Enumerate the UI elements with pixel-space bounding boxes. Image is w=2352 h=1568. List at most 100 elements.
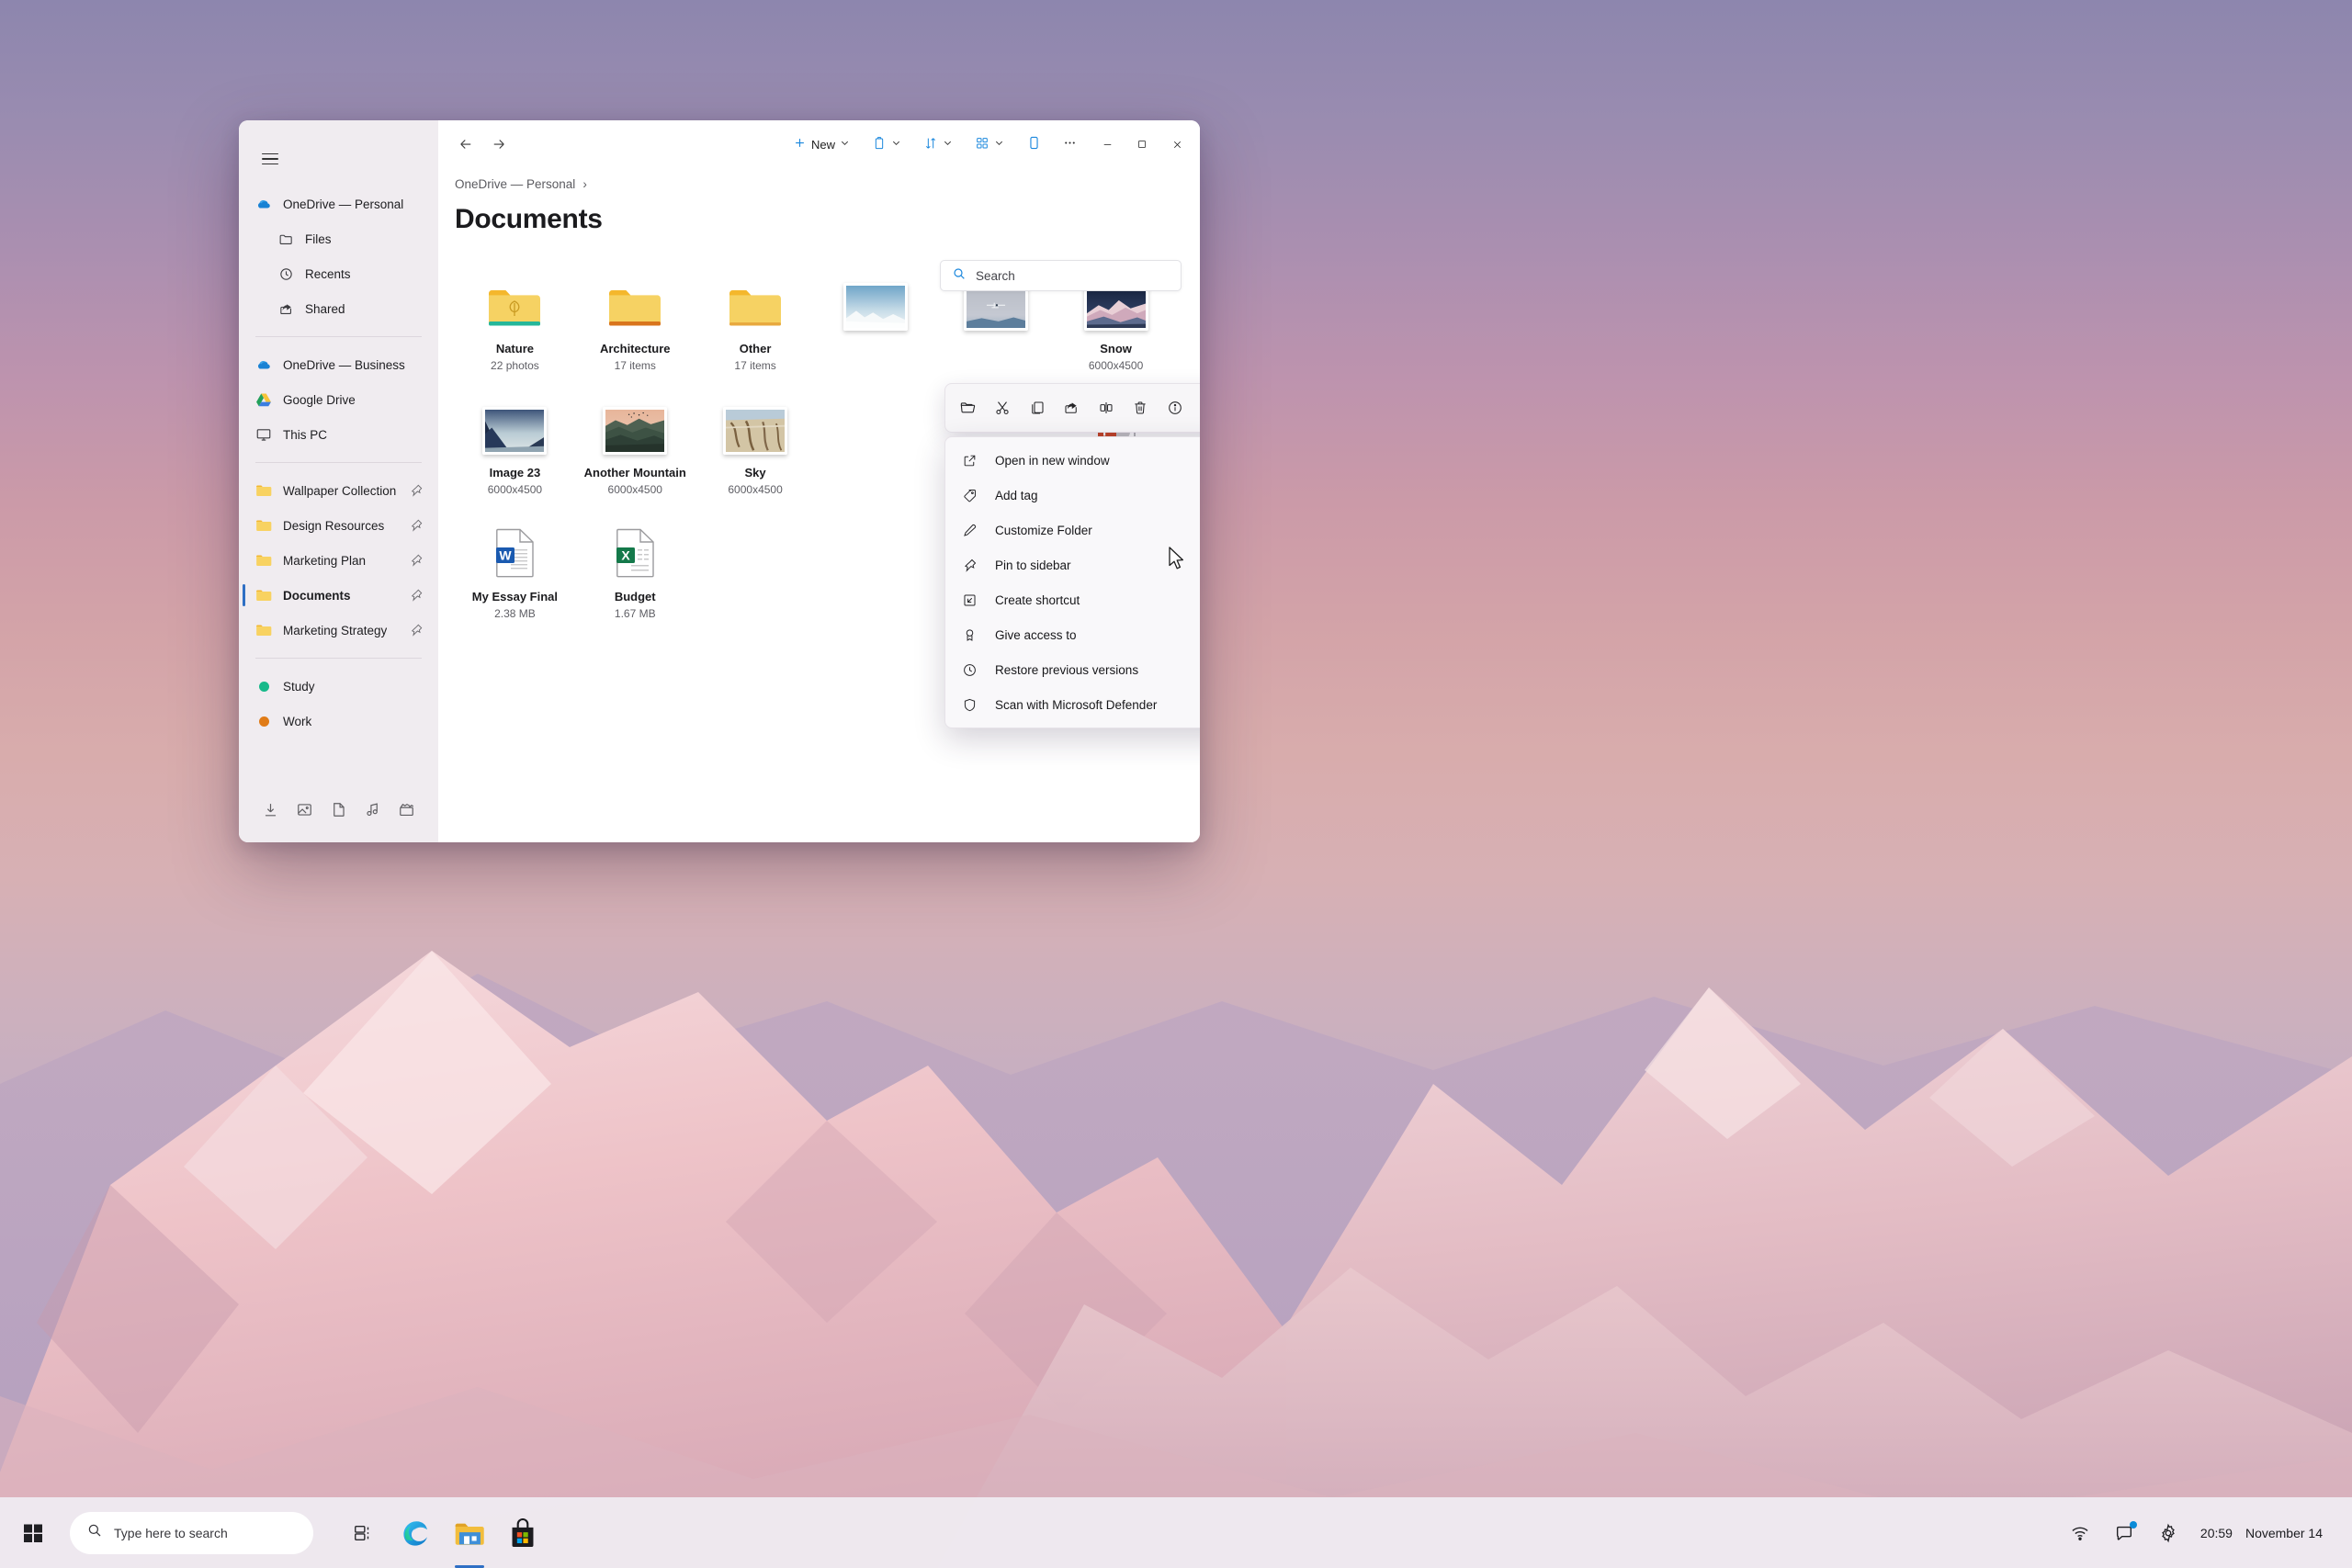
maximize-button[interactable] [1125,127,1159,162]
sidebar-divider-1 [255,336,422,337]
paste-button[interactable] [865,130,908,159]
sidebar-item-this-pc[interactable]: This PC [239,417,438,452]
taskbar-app-file-explorer[interactable] [444,1506,495,1568]
rename-icon[interactable] [1092,394,1120,422]
pin-icon[interactable] [409,518,424,533]
folder-green-icon [486,274,543,331]
file-tile[interactable]: Snowfield 6000x4500 [815,268,935,372]
file-tile[interactable]: Nature 22 photos [455,268,575,372]
menu-item-add-tag[interactable]: Add tag › [945,478,1200,513]
music-icon[interactable] [360,796,386,822]
image-icon[interactable] [292,796,318,822]
menu-item-give-access-to[interactable]: Give access to › [945,617,1200,652]
minimize-button[interactable] [1090,127,1125,162]
sidebar-item-marketing-plan[interactable]: Marketing Plan [239,543,438,578]
pencil-icon [960,523,978,538]
sidebar-item-marketing-strategy[interactable]: Marketing Strategy [239,613,438,648]
sidebar-item-onedrive-business[interactable]: OneDrive — Business [239,347,438,382]
content-area: OneDrive — Personal › Documents Search N… [438,168,1200,842]
file-meta: 22 photos [491,359,539,372]
task-view-icon[interactable] [337,1507,389,1559]
taskbar-app-store[interactable] [497,1506,548,1561]
taskbar-app-edge[interactable] [390,1506,442,1561]
ellipsis-icon[interactable] [1195,394,1200,422]
file-meta: 6000x4500 [607,483,662,496]
plus-icon [793,136,807,152]
taskbar-clock[interactable]: 20:59 November 14 [2200,1526,2323,1540]
cut-icon[interactable] [989,394,1016,422]
file-tile[interactable]: W My Essay Final 2.38 MB [455,516,575,620]
document-icon[interactable] [326,796,352,822]
windows-start-icon[interactable] [7,1507,59,1559]
video-icon[interactable] [394,796,420,822]
menu-item-customize-folder[interactable]: Customize Folder [945,513,1200,547]
pin-icon[interactable] [409,623,424,637]
pin-icon[interactable] [409,483,424,498]
open-folder-icon[interactable] [955,394,982,422]
sidebar-item-design-resources[interactable]: Design Resources [239,508,438,543]
menu-item-pin-to-sidebar[interactable]: Pin to sidebar [945,547,1200,582]
sidebar-item-label: Wallpaper Collection [283,483,397,498]
download-icon[interactable] [258,796,284,822]
sidebar-item-label: Design Resources [283,518,385,533]
window-titlebar: New [438,120,1200,168]
chevron-down-icon [943,138,953,151]
sort-button[interactable] [917,130,959,159]
file-name: Snow [1100,342,1132,355]
taskbar-search-input[interactable]: Type here to search [70,1511,313,1554]
info-icon[interactable] [1161,394,1189,422]
taskbar-apps [337,1506,548,1568]
search-input[interactable]: Search [940,260,1182,291]
breadcrumb-root[interactable]: OneDrive — Personal [455,177,575,191]
file-name: Other [739,342,772,355]
settings-gear-icon[interactable] [2156,1521,2180,1545]
sidebar-item-files[interactable]: Files [239,221,438,256]
sidebar-item-documents[interactable]: Documents [239,578,438,613]
file-tile[interactable]: Architecture 17 items [575,268,695,372]
hamburger-icon[interactable] [254,144,287,174]
breadcrumb[interactable]: OneDrive — Personal › [455,177,1176,191]
wifi-icon[interactable] [2068,1521,2092,1545]
file-tile[interactable]: Another Mountain 6000x4500 [575,392,695,496]
file-tile[interactable]: Image 23 6000x4500 [455,392,575,496]
menu-item-create-shortcut[interactable]: Create shortcut [945,582,1200,617]
svg-text:X: X [622,548,631,563]
ellipsis-icon [1062,135,1078,153]
forward-arrow-icon[interactable] [484,130,514,159]
pin-icon[interactable] [409,588,424,603]
back-arrow-icon[interactable] [451,130,481,159]
context-menu-list: Open in new window Add tag › Customi [944,436,1200,728]
tag-dot-icon [255,678,272,694]
view-button[interactable] [968,130,1011,159]
file-name: Architecture [599,342,671,355]
menu-item-open-in-new-window[interactable]: Open in new window [945,443,1200,478]
file-name: Image 23 [489,466,541,479]
sidebar-item-wallpaper-collection[interactable]: Wallpaper Collection [239,473,438,508]
menu-item-restore-previous-versions[interactable]: Restore previous versions [945,652,1200,687]
chat-icon[interactable] [2112,1520,2137,1545]
sidebar-item-onedrive-personal[interactable]: OneDrive — Personal [239,186,438,221]
details-pane-button[interactable] [1020,130,1048,159]
sidebar-item-shared[interactable]: Shared [239,291,438,326]
file-name: Another Mountain [583,466,686,479]
sidebar-item-google-drive[interactable]: Google Drive [239,382,438,417]
close-button[interactable] [1159,127,1194,162]
new-button[interactable]: New [786,130,856,159]
sidebar-tag-study[interactable]: Study [239,669,438,704]
file-tile[interactable]: Sky 6000x4500 [695,392,816,496]
copy-icon[interactable] [1023,394,1051,422]
selection-indicator [243,584,245,606]
sidebar-divider-2 [255,462,422,463]
file-tile[interactable]: X Budget 1.67 MB [575,516,695,620]
sidebar-item-label: OneDrive — Personal [283,197,404,211]
sidebar-tag-work[interactable]: Work [239,704,438,739]
menu-item-scan-with-microsoft-defender[interactable]: Scan with Microsoft Defender [945,687,1200,722]
pin-icon[interactable] [409,553,424,568]
sidebar-item-recents[interactable]: Recents [239,256,438,291]
more-options-button[interactable] [1056,130,1084,159]
sidebar-item-label: Study [283,679,315,694]
photo-thumbnail [723,407,788,455]
file-tile[interactable]: Other 17 items [695,268,816,372]
share-icon[interactable] [1057,394,1085,422]
delete-icon[interactable] [1126,394,1154,422]
